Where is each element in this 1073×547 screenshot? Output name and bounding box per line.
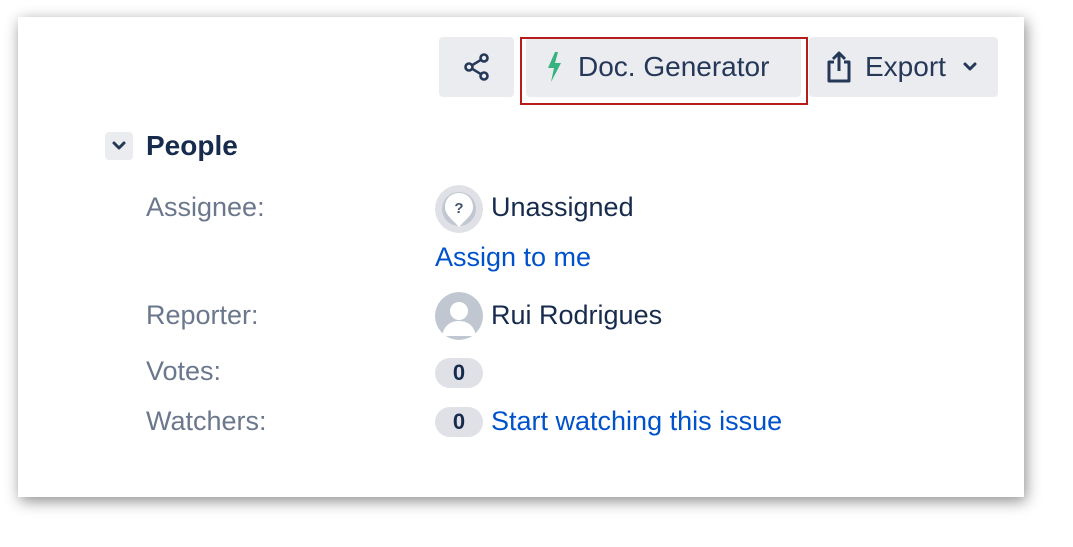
reporter-value: Rui Rodrigues	[491, 300, 663, 330]
watchers-label: Watchers:	[146, 406, 267, 436]
watchers-count-badge[interactable]: 0	[435, 407, 483, 437]
assignee-label: Assignee:	[146, 192, 265, 222]
export-button[interactable]: Export	[809, 37, 998, 97]
votes-label: Votes:	[146, 356, 222, 386]
chevron-down-icon	[962, 61, 978, 73]
svg-text:?: ?	[454, 200, 463, 217]
unassigned-avatar: ?	[435, 185, 483, 233]
people-section-title: People	[146, 130, 238, 161]
upload-icon	[825, 50, 853, 84]
assign-to-me-link[interactable]: Assign to me	[435, 242, 591, 273]
reporter-avatar	[435, 292, 483, 340]
bolt-icon	[542, 50, 566, 84]
doc-generator-label: Doc. Generator	[578, 51, 770, 82]
assignee-value: Unassigned	[491, 192, 634, 222]
issue-panel: Doc. Generator Export People Assignee: ?…	[18, 17, 1024, 497]
doc-generator-button[interactable]: Doc. Generator	[526, 37, 801, 97]
people-collapse-toggle[interactable]	[105, 132, 133, 160]
chevron-down-icon	[111, 140, 127, 152]
share-button[interactable]	[439, 37, 514, 97]
share-icon	[462, 52, 492, 82]
votes-count-badge[interactable]: 0	[435, 358, 483, 388]
start-watching-link[interactable]: Start watching this issue	[491, 406, 782, 437]
export-label: Export	[865, 51, 946, 82]
reporter-label: Reporter:	[146, 300, 259, 330]
